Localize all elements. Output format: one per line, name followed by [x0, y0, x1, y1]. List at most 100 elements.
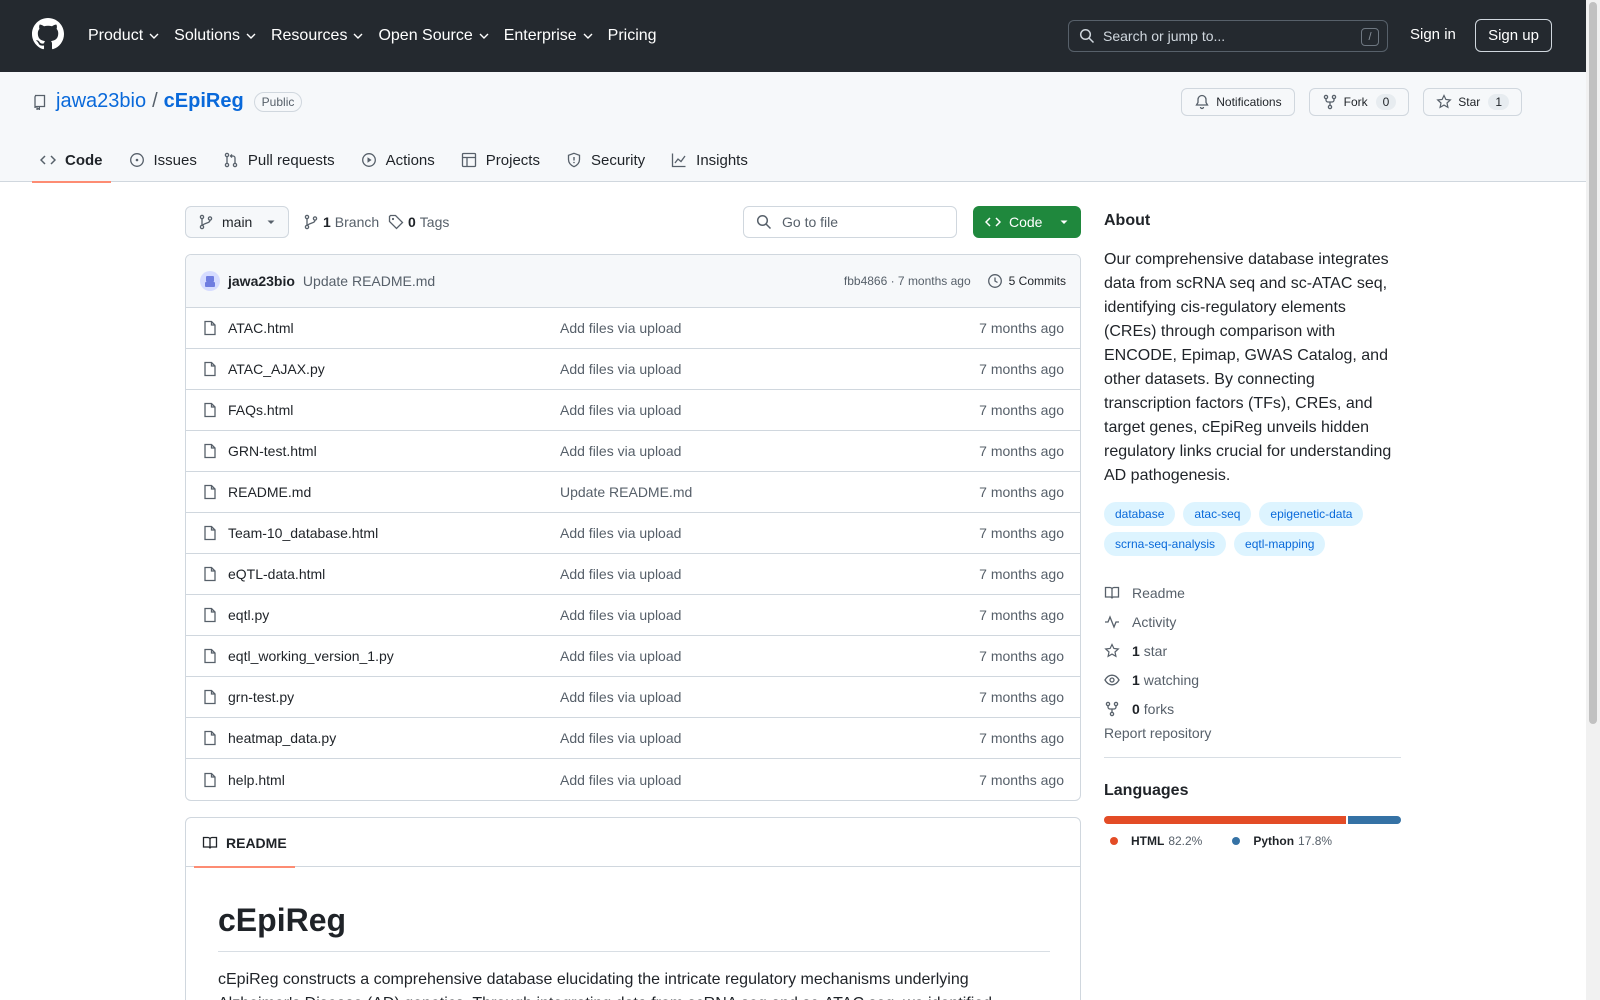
go-to-file-input[interactable]: Go to file	[743, 206, 957, 238]
table-row: eqtl.py Add files via upload 7 months ago	[186, 595, 1080, 636]
commit-author-link[interactable]: jawa23bio	[228, 273, 295, 289]
file-name-link[interactable]: Team-10_database.html	[228, 525, 560, 541]
file-name-link[interactable]: help.html	[228, 772, 560, 788]
book-icon	[202, 836, 218, 849]
pulse-icon	[1105, 614, 1119, 629]
search-icon	[1079, 28, 1095, 44]
fork-button[interactable]: Fork 0	[1308, 88, 1410, 116]
tab-insights[interactable]: Insights	[663, 138, 756, 182]
activity-link[interactable]: Activity	[1104, 607, 1401, 636]
file-name-link[interactable]: FAQs.html	[228, 402, 560, 418]
file-icon	[204, 402, 216, 418]
tags-link[interactable]: 0 Tags	[388, 214, 449, 230]
repo-actions: Notifications Fork 0 Star 1	[1167, 88, 1522, 116]
tab-pull-requests[interactable]: Pull requests	[215, 138, 343, 182]
branches-link[interactable]: 1 Branch	[303, 214, 379, 230]
nav-product[interactable]: Product	[88, 27, 160, 45]
commit-message-link[interactable]: Update README.md	[303, 273, 435, 289]
repo-owner-link[interactable]: jawa23bio	[56, 90, 146, 113]
chevron-down-icon	[479, 33, 489, 39]
file-commit-message-link[interactable]: Add files via upload	[560, 648, 681, 664]
nav-open-source[interactable]: Open Source	[378, 27, 489, 45]
file-name-link[interactable]: heatmap_data.py	[228, 730, 560, 746]
file-commit-message-link[interactable]: Add files via upload	[560, 320, 681, 336]
github-logo-icon[interactable]	[32, 18, 64, 50]
watchers-link[interactable]: 1 watching	[1104, 665, 1401, 694]
file-name-link[interactable]: eQTL-data.html	[228, 566, 560, 582]
nav-solutions[interactable]: Solutions	[174, 27, 257, 45]
latest-commit-bar: jawa23bio Update README.md fbb4866 · 7 m…	[186, 255, 1080, 308]
code-icon	[40, 155, 56, 165]
file-commit-message-link[interactable]: Add files via upload	[560, 361, 681, 377]
nav-pricing[interactable]: Pricing	[608, 27, 657, 45]
file-commit-message-link[interactable]: Add files via upload	[560, 772, 681, 788]
file-commit-message-link[interactable]: Add files via upload	[560, 402, 681, 418]
readme-tab-label: README	[226, 834, 287, 851]
topic-tag[interactable]: scrna-seq-analysis	[1104, 532, 1227, 556]
topic-tag[interactable]: epigenetic-data	[1259, 502, 1364, 526]
table-row: eQTL-data.html Add files via upload 7 mont…	[186, 554, 1080, 595]
avatar[interactable]	[200, 271, 220, 291]
language-item[interactable]: HTML 82.2%	[1110, 834, 1202, 848]
topic-tag[interactable]: eqtl-mapping	[1234, 532, 1326, 556]
about-heading: About	[1104, 212, 1151, 229]
nav-pricing-label: Pricing	[607, 27, 657, 44]
visibility-badge: Public	[253, 91, 303, 112]
nav-enterprise[interactable]: Enterprise	[504, 27, 594, 45]
repo-name-link[interactable]: cEpiReg	[164, 90, 244, 113]
file-commit-date: 7 months ago	[979, 771, 1064, 788]
language-item[interactable]: Python 17.8%	[1232, 834, 1332, 848]
global-search-input[interactable]: Search or jump to... /	[1068, 20, 1388, 52]
topic-tag[interactable]: atac-seq	[1183, 502, 1252, 526]
tab-code-label: Code	[65, 151, 103, 169]
search-icon	[756, 214, 772, 230]
file-commit-message-link[interactable]: Add files via upload	[560, 443, 681, 459]
forks-link[interactable]: 0 forks	[1104, 694, 1401, 723]
tab-readme[interactable]: README	[194, 818, 295, 868]
tab-actions-label: Actions	[385, 151, 435, 169]
code-dropdown-button[interactable]: Code	[973, 206, 1081, 238]
file-commit-message-link[interactable]: Add files via upload	[560, 689, 681, 705]
file-name-link[interactable]: eqtl.py	[228, 607, 560, 623]
notifications-button[interactable]: Notifications	[1181, 88, 1295, 116]
forks-count: 0	[1132, 700, 1140, 717]
file-name-link[interactable]: GRN-test.html	[228, 443, 560, 459]
tab-projects[interactable]: Projects	[453, 138, 548, 182]
file-name-link[interactable]: eqtl_working_version_1.py	[228, 648, 560, 664]
repo-stats: Readme Activity 1 star 1 watching 0 fork…	[1104, 578, 1401, 723]
commit-hash-time[interactable]: fbb4866 · 7 months ago	[844, 274, 971, 288]
topic-tag[interactable]: database	[1104, 502, 1176, 526]
file-name-link[interactable]: ATAC_AJAX.py	[228, 361, 560, 377]
tab-projects-label: Projects	[485, 151, 540, 169]
file-commit-message-link[interactable]: Add files via upload	[560, 525, 681, 541]
readme-tabbar: README	[186, 818, 1080, 868]
commits-count-label: 5 Commits	[1008, 274, 1066, 288]
file-name-link[interactable]: ATAC.html	[228, 320, 560, 336]
code-icon	[985, 217, 1001, 227]
tab-actions[interactable]: Actions	[353, 138, 443, 182]
sign-up-button[interactable]: Sign up	[1475, 19, 1552, 52]
scrollbar-thumb[interactable]	[1589, 2, 1597, 724]
branch-select-button[interactable]: main	[185, 206, 289, 238]
tab-code[interactable]: Code	[32, 138, 111, 183]
commits-history-link[interactable]: 5 Commits	[987, 273, 1066, 289]
file-name-link[interactable]: grn-test.py	[228, 689, 560, 705]
tab-issues[interactable]: Issues	[121, 138, 205, 182]
fork-count: 0	[1375, 94, 1397, 110]
sign-in-link[interactable]: Sign in	[1410, 26, 1456, 43]
file-commit-message-link[interactable]: Add files via upload	[560, 730, 681, 746]
tab-security[interactable]: Security	[558, 138, 653, 182]
star-button[interactable]: Star 1	[1423, 88, 1522, 116]
readme-link[interactable]: Readme	[1104, 578, 1401, 607]
stars-link[interactable]: 1 star	[1104, 636, 1401, 665]
about-description: Our comprehensive database integrates da…	[1104, 251, 1392, 484]
file-commit-message-link[interactable]: Add files via upload	[560, 566, 681, 582]
file-commit-message-link[interactable]: Update README.md	[560, 484, 692, 500]
file-commit-message-link[interactable]: Add files via upload	[560, 607, 681, 623]
readme-title: cEpiReg	[218, 902, 1050, 952]
file-name-link[interactable]: README.md	[228, 484, 560, 500]
page-scrollbar[interactable]	[1586, 0, 1600, 1000]
report-repository-link[interactable]: Report repository	[1104, 725, 1401, 741]
nav-resources[interactable]: Resources	[271, 27, 364, 45]
file-commit-date: 7 months ago	[979, 443, 1064, 459]
